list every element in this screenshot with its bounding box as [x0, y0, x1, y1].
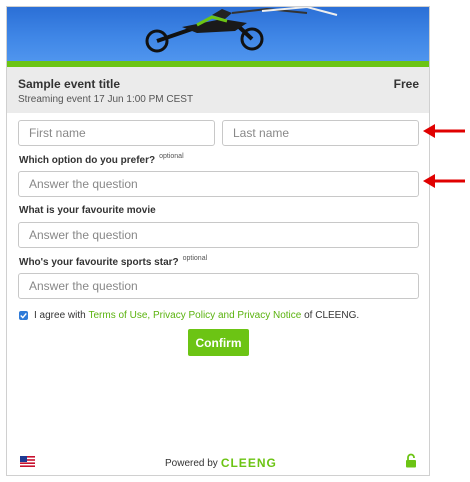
last-name-input[interactable] — [222, 120, 419, 146]
arrow-left-icon — [423, 174, 465, 188]
us-flag-icon[interactable] — [20, 456, 35, 467]
question-3-input[interactable] — [18, 273, 419, 299]
terms-link[interactable]: Terms of Use, Privacy Policy and Privacy… — [88, 310, 301, 321]
confirm-button[interactable]: Confirm — [188, 329, 249, 356]
first-name-input[interactable] — [18, 120, 215, 146]
question-1-text: Which option do you prefer? — [19, 155, 156, 166]
checkbox-checked-icon — [20, 312, 27, 319]
cleeng-logo: CLEENG — [220, 456, 277, 470]
lock-icon — [406, 453, 416, 468]
terms-prefix: I agree with — [34, 310, 86, 321]
question-2-input[interactable] — [18, 222, 419, 248]
optional-tag: optional — [159, 153, 184, 160]
question-1-label: Which option do you prefer? optional — [19, 153, 184, 166]
question-1-input[interactable] — [18, 171, 419, 197]
checkout-card: Sample event title Streaming event 17 Ju… — [6, 6, 430, 476]
terms-checkbox[interactable] — [19, 311, 28, 320]
footer: Powered by CLEENG — [7, 449, 429, 475]
terms-row: I agree with Terms of Use, Privacy Polic… — [19, 310, 359, 321]
question-3-label: Who's your favourite sports star? optiona… — [19, 255, 207, 268]
event-header: Sample event title Streaming event 17 Ju… — [7, 67, 429, 113]
arrow-left-icon — [423, 124, 465, 138]
motocross-image — [145, 7, 338, 53]
event-banner-image — [7, 7, 429, 61]
powered-by: Powered by CLEENG — [165, 456, 277, 470]
event-price: Free — [393, 77, 419, 91]
powered-by-text: Powered by — [165, 457, 218, 469]
event-title: Sample event title — [18, 77, 121, 91]
terms-suffix: of CLEENG. — [304, 310, 360, 321]
question-2-label: What is your favourite movie — [19, 205, 156, 216]
question-3-text: Who's your favourite sports star? — [19, 257, 179, 268]
event-subtitle: Streaming event 17 Jun 1:00 PM CEST — [18, 94, 194, 105]
optional-tag: optional — [182, 255, 208, 262]
